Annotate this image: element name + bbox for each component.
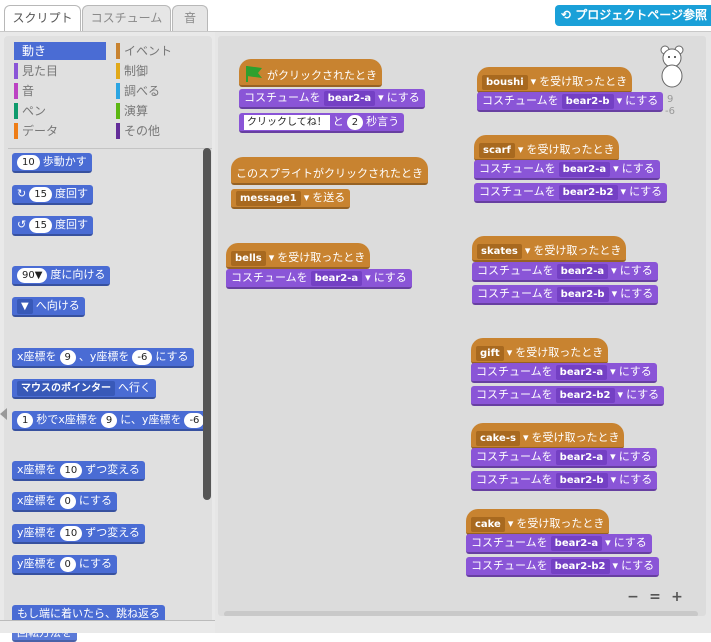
tab-sounds[interactable]: 音 (172, 5, 208, 32)
rotate-left-icon: ↺ (17, 218, 27, 231)
switch-costume-block[interactable]: コスチュームを bear2-a ▾ にする (474, 160, 660, 180)
category-data[interactable]: データ (14, 122, 106, 140)
broadcast-block[interactable]: message1 ▾ を送る (231, 189, 351, 209)
script-horizontal-scrollbar[interactable] (224, 611, 698, 616)
point-direction-block[interactable]: 90▼ 度に向ける (12, 266, 111, 286)
when-receive-scarf-hat[interactable]: scarf ▾ を受け取ったとき (474, 135, 620, 161)
tab-scripts[interactable]: スクリプト (4, 5, 81, 32)
switch-costume-block[interactable]: コスチュームを bear2-b ▾ にする (477, 92, 664, 112)
zoom-reset-icon[interactable]: = (646, 588, 664, 606)
switch-costume-block[interactable]: コスチュームを bear2-a ▾ にする (466, 534, 652, 554)
switch-costume-block[interactable]: コスチュームを bear2-b2 ▾ にする (471, 386, 665, 406)
category-sensing[interactable]: 調べる (116, 82, 206, 100)
sprite-x-readout: 9 (667, 94, 674, 105)
when-receive-cake-hat[interactable]: cake ▾ を受け取ったとき (466, 509, 610, 535)
glide-block[interactable]: 1 秒でx座標を 9 に、y座標を -6 (12, 411, 210, 431)
switch-costume-block[interactable]: コスチュームを bear2-b2 ▾ にする (474, 183, 668, 203)
change-y-block[interactable]: y座標を 10 ずつ変える (12, 524, 145, 544)
switch-costume-block[interactable]: コスチュームを bear2-b ▾ にする (471, 471, 658, 491)
tab-costumes[interactable]: コスチューム (82, 5, 171, 32)
switch-costume-block[interactable]: コスチュームを bear2-a ▾ にする (471, 363, 657, 383)
when-flag-clicked-hat[interactable]: がクリックされたとき (239, 59, 382, 87)
sprite-thumbnail (657, 44, 687, 89)
zoom-out-icon[interactable]: − (624, 588, 642, 606)
palette-footer (0, 620, 215, 633)
when-receive-boushi-hat[interactable]: boushi ▾ を受け取ったとき (477, 67, 633, 93)
palette-divider (8, 148, 212, 149)
dropdown-arrow-icon[interactable]: ▼ (17, 298, 33, 314)
turn-right-block[interactable]: ↻ 15 度回す (12, 185, 93, 205)
refresh-icon: ⟲ (561, 8, 576, 22)
move-steps-block[interactable]: 10 歩動かす (12, 153, 92, 173)
switch-costume-block[interactable]: コスチュームを bear2-a ▾ にする (471, 448, 657, 468)
switch-costume-block[interactable]: コスチュームを bear2-b2 ▾ にする (466, 557, 660, 577)
category-events[interactable]: イベント (116, 42, 206, 60)
collapse-arrow-icon[interactable] (0, 408, 8, 420)
sprite-y-readout: -6 (665, 106, 675, 117)
category-more[interactable]: その他 (116, 122, 206, 140)
category-pen[interactable]: ペン (14, 102, 106, 120)
set-x-block[interactable]: x座標を 0 にする (12, 492, 118, 512)
palette-scrollbar[interactable] (203, 148, 211, 500)
tab-bar: スクリプト コスチューム 音 ⟲ プロジェクトページ参照 (0, 0, 711, 32)
green-flag-icon (244, 64, 264, 89)
zoom-in-icon[interactable]: + (668, 588, 686, 606)
see-project-page-button[interactable]: ⟲ プロジェクトページ参照 (555, 5, 711, 26)
say-for-secs-block[interactable]: クリックしてね！と 2 秒言う (239, 113, 405, 133)
when-sprite-clicked-hat[interactable]: このスプライトがクリックされたとき (231, 157, 428, 185)
switch-costume-block[interactable]: コスチュームを bear2-a ▾ にする (226, 269, 412, 289)
point-towards-block[interactable]: ▼ へ向ける (12, 297, 85, 317)
category-control[interactable]: 制御 (116, 62, 206, 80)
turn-left-block[interactable]: ↺ 15 度回す (12, 216, 93, 236)
switch-costume-block[interactable]: コスチュームを bear2-a ▾ にする (472, 262, 658, 282)
switch-costume-block[interactable]: コスチュームを bear2-a ▾ にする (239, 89, 425, 109)
dropdown-arrow-icon: ▾ (378, 91, 384, 104)
switch-costume-block[interactable]: コスチュームを bear2-b ▾ にする (472, 285, 659, 305)
rotate-right-icon: ↻ (17, 187, 27, 200)
category-operators[interactable]: 演算 (116, 102, 206, 120)
change-x-block[interactable]: x座標を 10 ずつ変える (12, 461, 145, 481)
goto-xy-block[interactable]: x座標を 9 、y座標を -6 にする (12, 348, 194, 368)
when-receive-gift-hat[interactable]: gift ▾ を受け取ったとき (471, 338, 609, 364)
zoom-controls: − = + (624, 588, 686, 606)
when-receive-skates-hat[interactable]: skates ▾ を受け取ったとき (472, 236, 627, 262)
when-receive-cake-s-hat[interactable]: cake-s ▾ を受け取ったとき (471, 423, 625, 449)
when-receive-bells-hat[interactable]: bells ▾ を受け取ったとき (226, 243, 371, 269)
set-y-block[interactable]: y座標を 0 にする (12, 555, 118, 575)
category-looks[interactable]: 見た目 (14, 62, 106, 80)
goto-block[interactable]: マウスのポインター へ行く (12, 379, 156, 399)
category-motion[interactable]: 動き (14, 42, 106, 60)
category-sound[interactable]: 音 (14, 82, 106, 100)
block-palette: 動き 見た目 音 ペン データ イベント 制御 調べる 演算 その他 10 歩動か… (0, 32, 215, 642)
